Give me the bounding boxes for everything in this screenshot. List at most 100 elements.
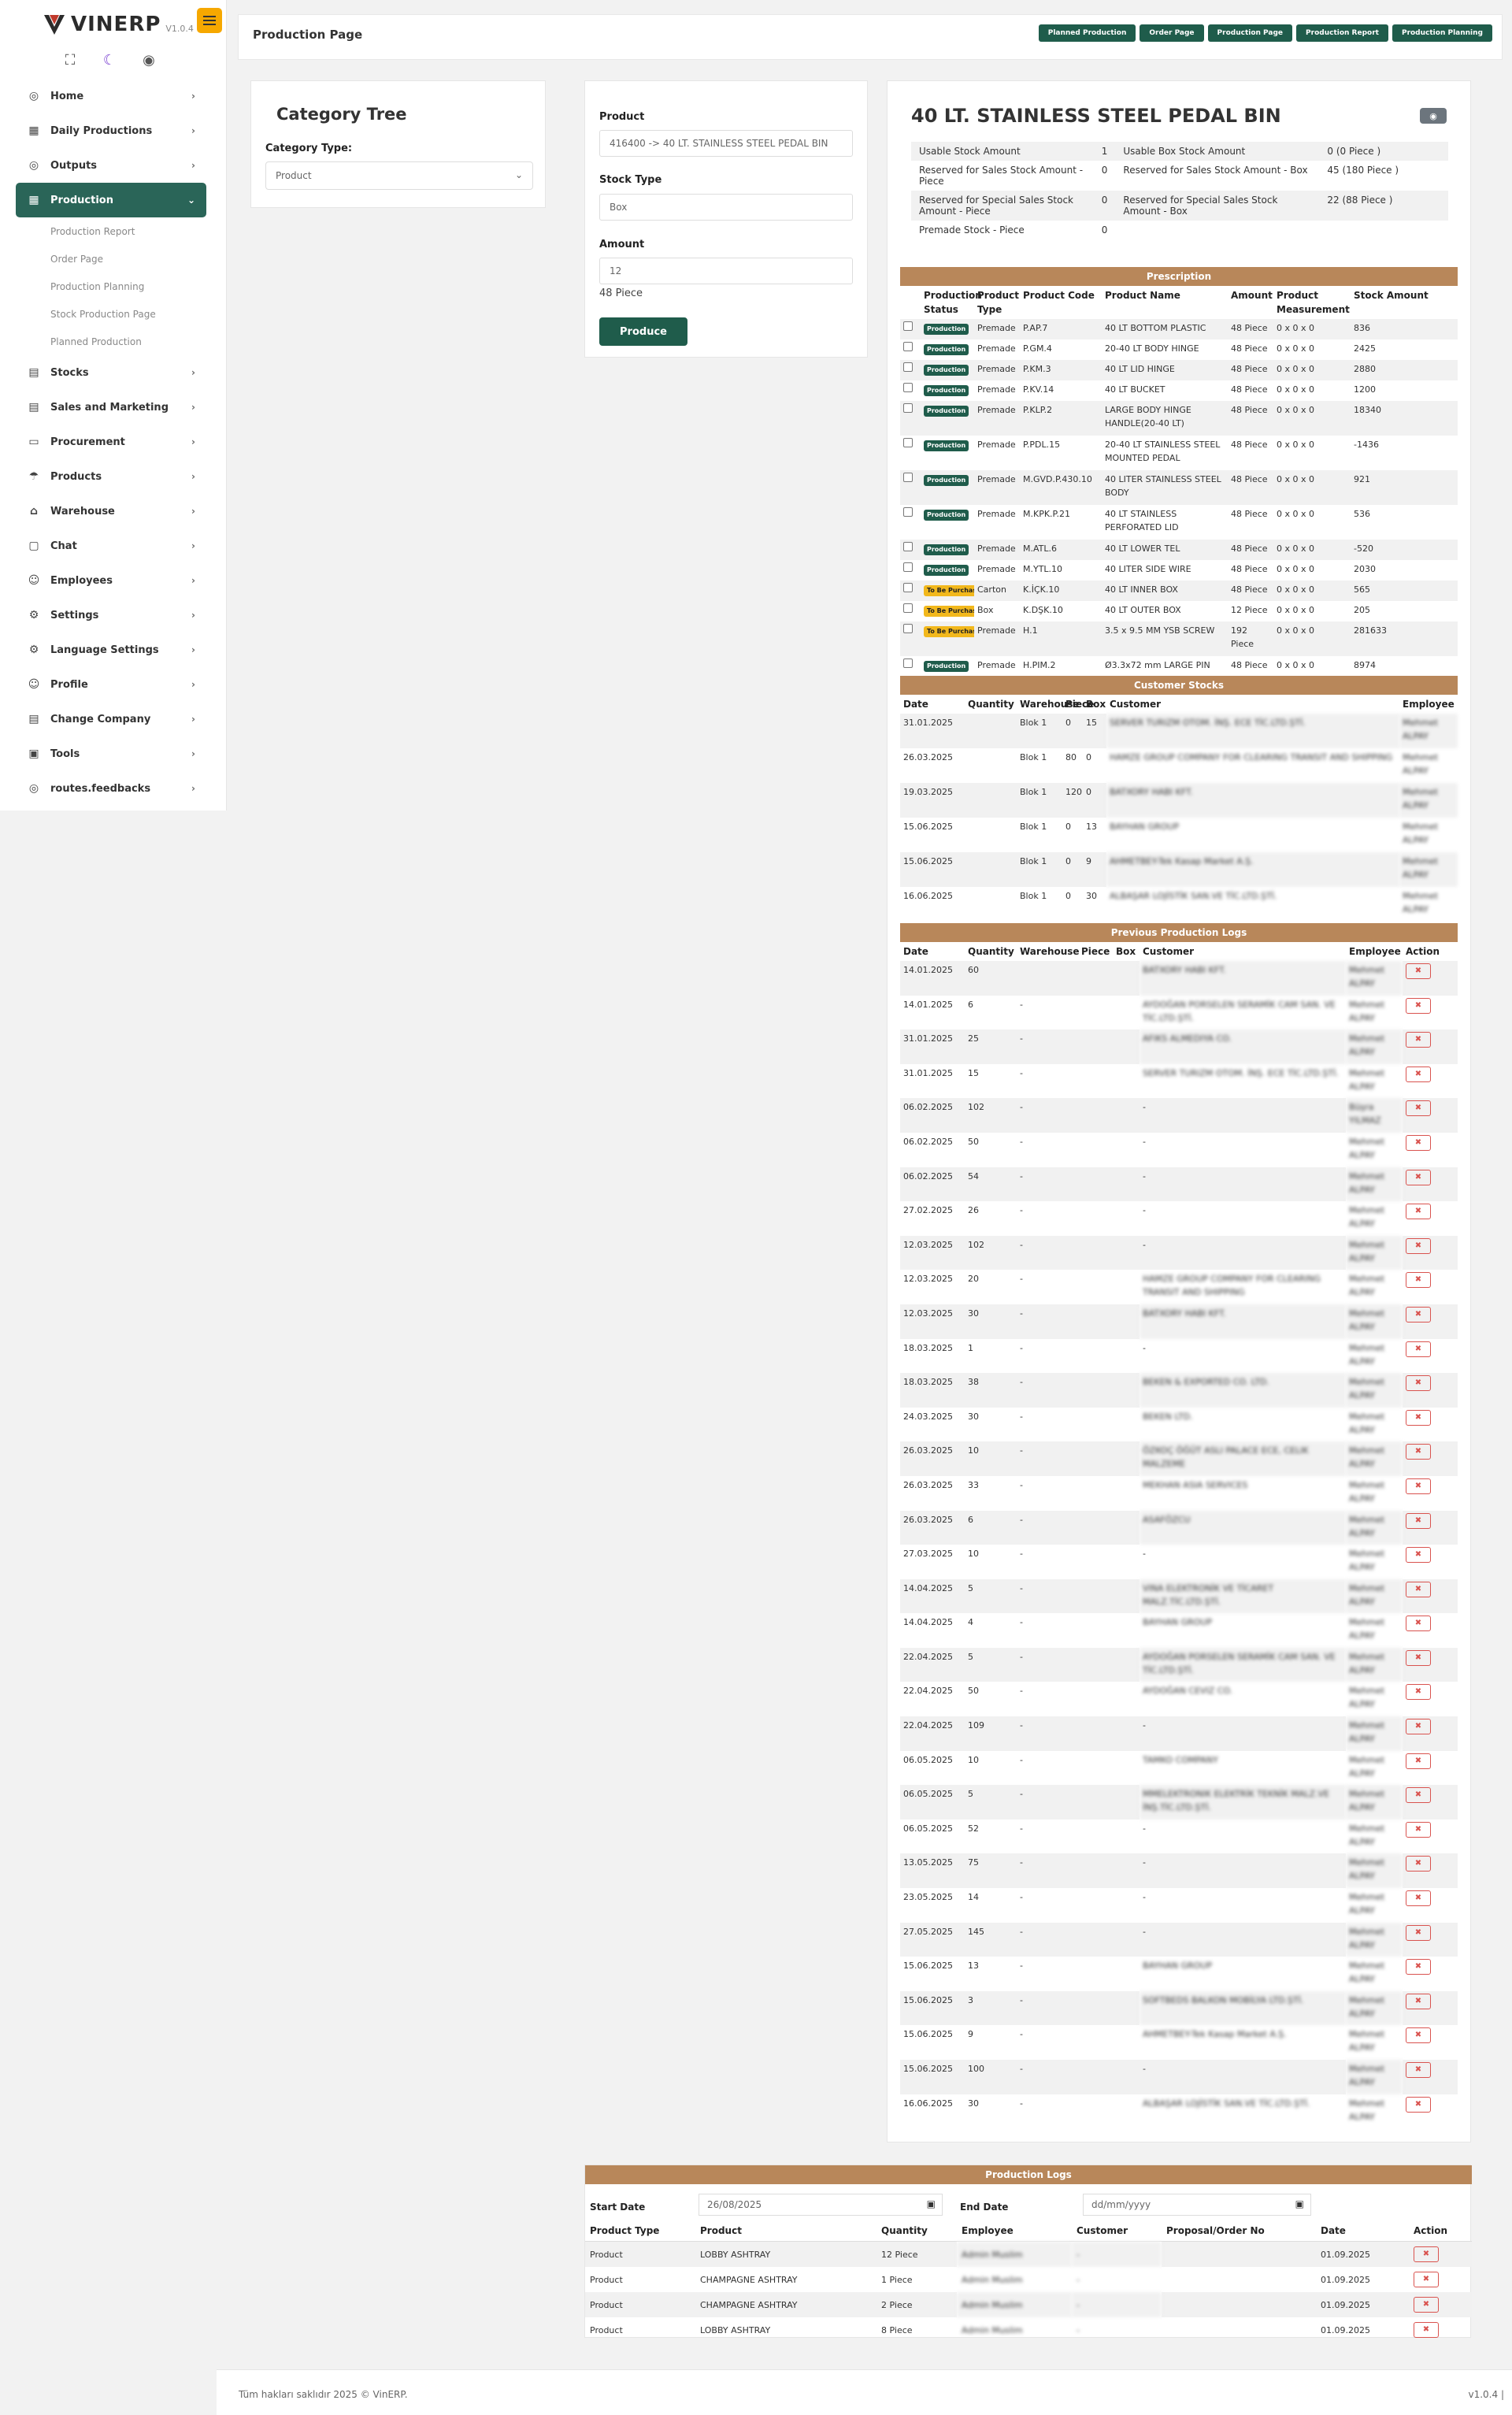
sidebar-subitem-planned-production[interactable]: Planned Production — [16, 328, 206, 355]
sidebar-item-employees[interactable]: ☺ Employees › — [16, 563, 206, 598]
eye-icon[interactable]: ◉ — [140, 52, 158, 69]
delete-button[interactable]: ✖ — [1406, 1375, 1431, 1392]
delete-button[interactable]: ✖ — [1406, 1478, 1431, 1494]
delete-button[interactable]: ✖ — [1414, 2322, 1439, 2338]
amount-input[interactable]: 12 — [599, 258, 853, 284]
sidebar-item-routes-feedbacks[interactable]: ◎ routes.feedbacks › — [16, 771, 206, 806]
delete-button[interactable]: ✖ — [1406, 1959, 1431, 1975]
sidebar-item-tools[interactable]: ▣ Tools › — [16, 736, 206, 771]
nav-button-order-page[interactable]: Order Page — [1140, 24, 1204, 42]
row-checkbox-cell — [900, 540, 921, 560]
start-date-input[interactable]: 26/08/2025 ▣ — [699, 2194, 943, 2216]
row-checkbox[interactable] — [903, 624, 913, 633]
delete-button[interactable]: ✖ — [1406, 997, 1431, 1014]
delete-button[interactable]: ✖ — [1414, 2272, 1439, 2287]
sidebar-item-production[interactable]: ▦ Production ⌄ — [16, 183, 206, 217]
sidebar-item-daily-productions[interactable]: ▦ Daily Productions › — [16, 113, 206, 148]
delete-button[interactable]: ✖ — [1406, 1444, 1431, 1460]
row-checkbox[interactable] — [903, 658, 913, 668]
sidebar-item-procurement[interactable]: ▭ Procurement › — [16, 425, 206, 459]
action-cell: ✖ — [1403, 1545, 1458, 1579]
nav-button-production-report[interactable]: Production Report — [1296, 24, 1388, 42]
delete-button[interactable]: ✖ — [1414, 2297, 1439, 2313]
delete-button[interactable]: ✖ — [1406, 1512, 1431, 1529]
delete-button[interactable]: ✖ — [1414, 2246, 1439, 2262]
delete-button[interactable]: ✖ — [1406, 2096, 1431, 2113]
sidebar-item-settings[interactable]: ⚙ Settings › — [16, 598, 206, 632]
stock-type-input[interactable]: Box — [599, 194, 853, 221]
produce-button[interactable]: Produce — [599, 317, 687, 346]
delete-button[interactable]: ✖ — [1406, 1719, 1431, 1735]
delete-button[interactable]: ✖ — [1406, 963, 1431, 979]
dark-mode-moon-icon[interactable]: ☾ — [101, 52, 118, 69]
delete-button[interactable]: ✖ — [1406, 1134, 1431, 1151]
delete-button[interactable]: ✖ — [1406, 2062, 1431, 2078]
delete-button[interactable]: ✖ — [1406, 1032, 1431, 1048]
sidebar-item-language-settings[interactable]: ⚙ Language Settings › — [16, 632, 206, 667]
delete-button[interactable]: ✖ — [1406, 1237, 1431, 1254]
category-type-select[interactable]: Product ⌄ — [265, 161, 533, 190]
delete-button[interactable]: ✖ — [1406, 2027, 1431, 2044]
delete-button[interactable]: ✖ — [1406, 1616, 1431, 1632]
status-badge: To Be Purchased — [924, 606, 974, 617]
nav-button-planned-production[interactable]: Planned Production — [1038, 24, 1136, 42]
delete-button[interactable]: ✖ — [1406, 1169, 1431, 1185]
nav-button-production-planning[interactable]: Production Planning — [1392, 24, 1492, 42]
delete-button[interactable]: ✖ — [1406, 1306, 1431, 1322]
sidebar-item-products[interactable]: ☂ Products › — [16, 459, 206, 494]
warehouse-cell: - — [1017, 1578, 1078, 1614]
row-checkbox[interactable] — [903, 321, 913, 331]
sidebar-item-stocks[interactable]: ▤ Stocks › — [16, 355, 206, 390]
delete-button[interactable]: ✖ — [1406, 1409, 1431, 1426]
delete-button[interactable]: ✖ — [1406, 1890, 1431, 1907]
sidebar-item-change-company[interactable]: ▤ Change Company › — [16, 702, 206, 736]
delete-button[interactable]: ✖ — [1406, 1856, 1431, 1872]
delete-button[interactable]: ✖ — [1406, 1547, 1431, 1564]
row-checkbox[interactable] — [903, 362, 913, 372]
row-checkbox[interactable] — [903, 562, 913, 572]
date-cell: 26.03.2025 — [900, 1441, 965, 1476]
row-checkbox[interactable] — [903, 583, 913, 592]
logo[interactable]: VINERP V1.0.4 — [43, 11, 194, 38]
product-input[interactable]: 416400 -> 40 LT. STAINLESS STEEL PEDAL B… — [599, 130, 853, 157]
sidebar-subitem-order-page[interactable]: Order Page — [16, 245, 206, 273]
sidebar-subitem-stock-production-page[interactable]: Stock Production Page — [16, 300, 206, 328]
delete-button[interactable]: ✖ — [1406, 1204, 1431, 1220]
row-checkbox[interactable] — [903, 603, 913, 613]
sidebar-item-profile[interactable]: ☺ Profile › — [16, 667, 206, 702]
sidebar-item-sales-and-marketing[interactable]: ▤ Sales and Marketing › — [16, 390, 206, 425]
delete-button[interactable]: ✖ — [1406, 1066, 1431, 1082]
document-icon: ▤ — [28, 713, 39, 725]
sidebar-subitem-production-report[interactable]: Production Report — [16, 217, 206, 245]
delete-button[interactable]: ✖ — [1406, 1924, 1431, 1941]
delete-icon: ✖ — [1414, 2031, 1422, 2040]
row-checkbox[interactable] — [903, 438, 913, 447]
delete-button[interactable]: ✖ — [1406, 1272, 1431, 1289]
delete-button[interactable]: ✖ — [1406, 1581, 1431, 1597]
sidebar-item-warehouse[interactable]: ⌂ Warehouse › — [16, 494, 206, 529]
stock-amount-cell: 1200 — [1354, 384, 1376, 395]
row-checkbox[interactable] — [903, 542, 913, 551]
row-checkbox[interactable] — [903, 403, 913, 413]
row-checkbox[interactable] — [903, 342, 913, 351]
row-checkbox[interactable] — [903, 507, 913, 517]
menu-toggle-button[interactable] — [197, 8, 222, 33]
delete-button[interactable]: ✖ — [1406, 1100, 1431, 1117]
nav-button-production-page[interactable]: Production Page — [1207, 24, 1293, 42]
delete-button[interactable]: ✖ — [1406, 1821, 1431, 1838]
sidebar-item-outputs[interactable]: ◎ Outputs › — [16, 148, 206, 183]
delete-button[interactable]: ✖ — [1406, 1684, 1431, 1701]
sidebar-item-home[interactable]: ◎ Home › — [16, 79, 206, 113]
sidebar-item-chat[interactable]: ▢ Chat › — [16, 529, 206, 563]
delete-button[interactable]: ✖ — [1406, 1753, 1431, 1769]
end-date-input[interactable]: dd/mm/yyyy ▣ — [1083, 2194, 1311, 2216]
sidebar-subitem-production-planning[interactable]: Production Planning — [16, 273, 206, 300]
row-checkbox[interactable] — [903, 383, 913, 392]
row-checkbox[interactable] — [903, 473, 913, 482]
delete-button[interactable]: ✖ — [1406, 1341, 1431, 1357]
fullscreen-icon[interactable]: ⛶ — [61, 52, 79, 69]
delete-button[interactable]: ✖ — [1406, 1649, 1431, 1666]
toggle-visibility-button[interactable]: ◉ — [1420, 108, 1447, 124]
delete-button[interactable]: ✖ — [1406, 1787, 1431, 1804]
delete-button[interactable]: ✖ — [1406, 1993, 1431, 2009]
